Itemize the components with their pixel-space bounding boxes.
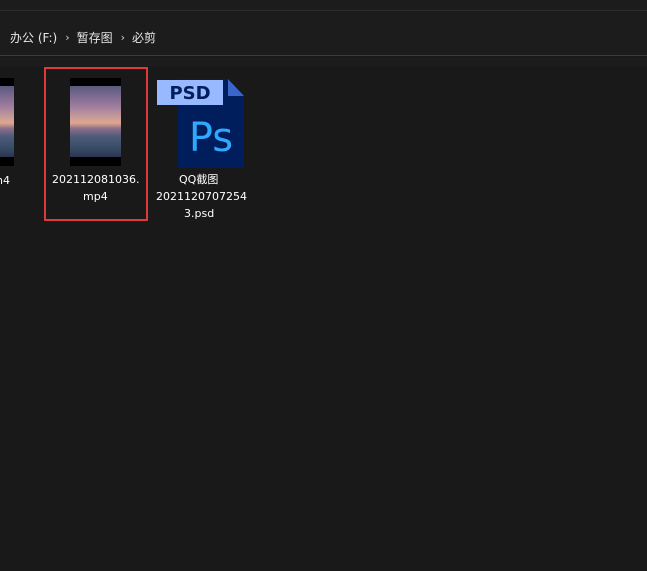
video-thumbnail (0, 78, 14, 166)
file-name: n4 (0, 174, 10, 187)
breadcrumb-item-folder[interactable]: 暂存图 (77, 29, 113, 46)
file-name-line3: 3.psd (184, 207, 215, 220)
psd-badge-text: PSD (169, 83, 210, 104)
window-top-strip (0, 0, 647, 21)
file-name-line1: QQ截图 (179, 173, 219, 186)
photoshop-file-icon: PSD Ps (157, 79, 244, 168)
address-bar[interactable]: 办公 (F:) › 暂存图 › 必剪 (0, 20, 647, 56)
selection-highlight (44, 67, 148, 221)
breadcrumb-item-drive[interactable]: 办公 (F:) (10, 29, 57, 46)
toolbar-spacer (0, 57, 647, 66)
file-item-psd[interactable]: PSD Ps QQ截图 2021120707254 3.psd (152, 69, 252, 223)
chevron-right-icon[interactable]: › (65, 31, 69, 44)
breadcrumb-item-current[interactable]: 必剪 (132, 29, 156, 46)
file-item-partial[interactable]: n4 (0, 76, 20, 196)
ps-logo-text: Ps (189, 115, 233, 161)
chevron-right-icon[interactable]: › (121, 31, 125, 44)
divider (0, 10, 647, 11)
file-name-line2: 2021120707254 (156, 190, 247, 203)
